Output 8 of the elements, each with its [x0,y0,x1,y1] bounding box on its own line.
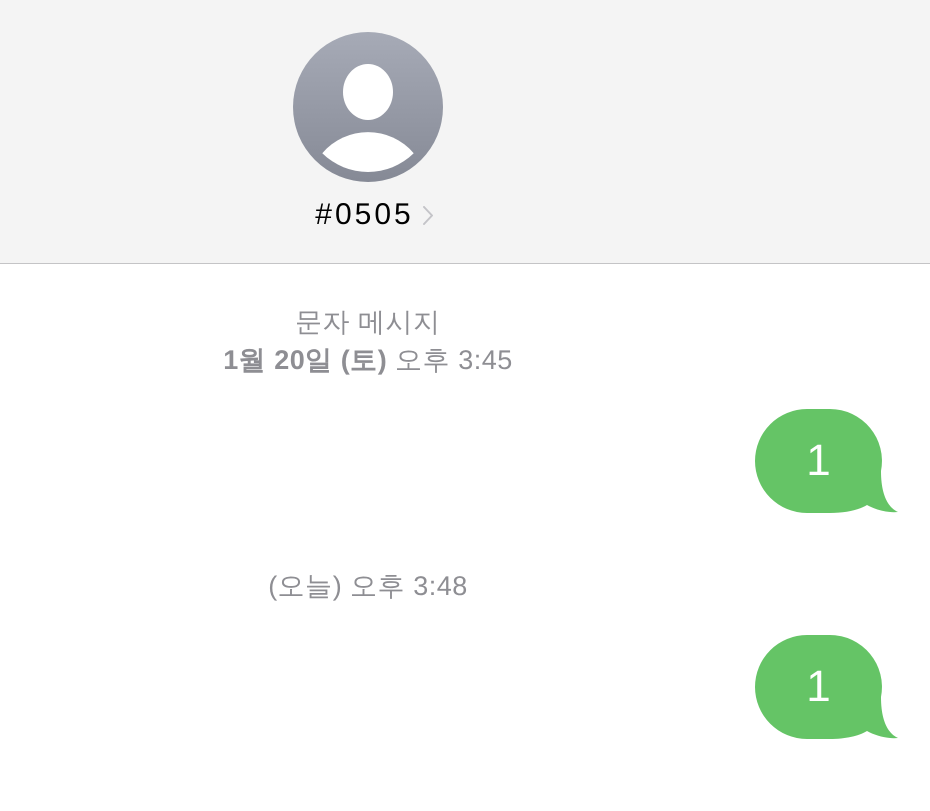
timestamp: 1월 20일 (토) 오후 3:45 [223,344,513,377]
contact-name-button[interactable]: #0505 [303,197,433,233]
chevron-right-icon [422,206,433,224]
message-bubble: 1 [755,635,898,739]
timestamp: (오늘) 오후 3:48 [268,570,468,603]
avatar-silhouette-icon[interactable] [293,32,443,182]
message-bubble: 1 [755,409,898,513]
message-type-label: 문자 메시지 [295,306,441,339]
